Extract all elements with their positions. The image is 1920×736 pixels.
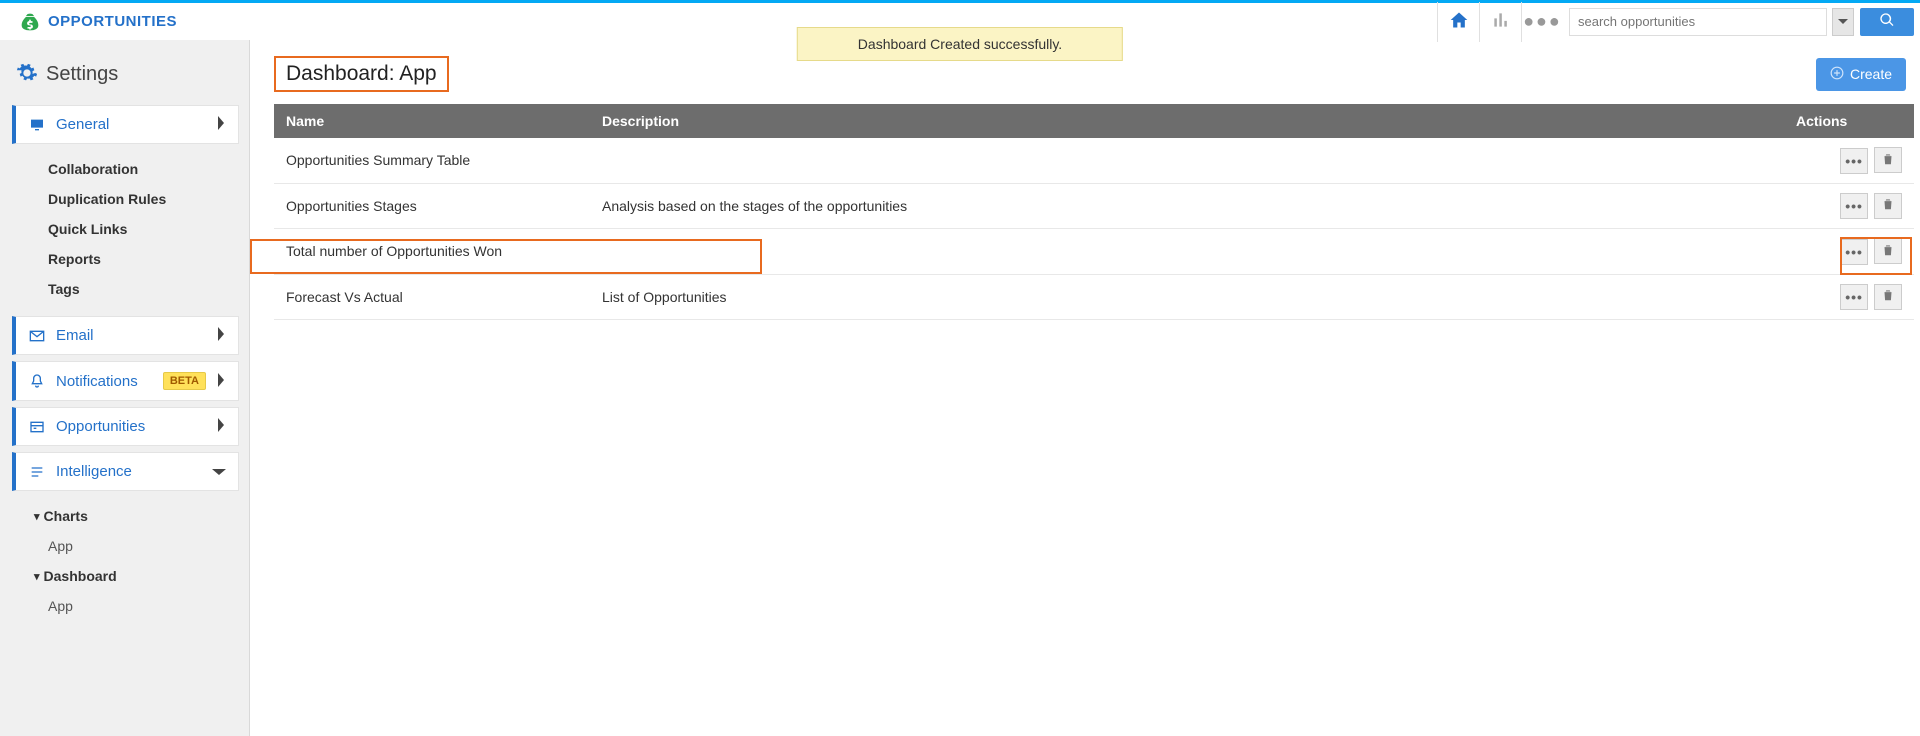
col-actions: Actions [1784, 104, 1914, 138]
chevron-right-icon [216, 116, 226, 133]
card-icon [28, 419, 46, 435]
home-button[interactable] [1437, 2, 1479, 42]
row-name: Total number of Opportunities Won [274, 229, 590, 275]
nav-email[interactable]: Email [12, 316, 239, 355]
nav-duplication-rules[interactable]: Duplication Rules [12, 184, 239, 214]
main-content: Dashboard: App Create Name Description A… [250, 40, 1920, 736]
trash-icon [1881, 197, 1895, 214]
home-icon [1449, 10, 1469, 33]
dots-icon: ●●● [1523, 11, 1562, 32]
dots-icon: ••• [1845, 153, 1863, 169]
table-row: Total number of Opportunities Won ••• [274, 229, 1914, 275]
dots-icon: ••• [1845, 244, 1863, 260]
page-header: Dashboard: App Create [274, 56, 1914, 92]
search-dropdown-toggle[interactable] [1832, 8, 1854, 36]
nav-opportunities[interactable]: Opportunities [12, 407, 239, 446]
settings-heading: Settings [12, 58, 239, 105]
row-delete-button[interactable] [1874, 238, 1902, 264]
dashboard-table: Name Description Actions Opportunities S… [274, 104, 1914, 320]
row-delete-button[interactable] [1874, 147, 1902, 173]
row-description [590, 138, 1784, 183]
chevron-down-icon [212, 464, 226, 480]
col-name: Name [274, 104, 590, 138]
nav-collaboration[interactable]: Collaboration [12, 154, 239, 184]
chevron-right-icon [216, 418, 226, 435]
create-button[interactable]: Create [1816, 58, 1906, 91]
col-description: Description [590, 104, 1784, 138]
table-row: Opportunities Summary Table ••• [274, 138, 1914, 183]
row-name: Forecast Vs Actual [274, 274, 590, 320]
topbar: OPPORTUNITIES ●●● [0, 0, 1920, 40]
row-name: Opportunities Stages [274, 183, 590, 229]
nav-general-children: Collaboration Duplication Rules Quick Li… [12, 150, 239, 316]
row-name: Opportunities Summary Table [274, 138, 590, 183]
brand: OPPORTUNITIES [20, 12, 177, 32]
beta-badge: BETA [163, 372, 206, 390]
nav-notifications[interactable]: Notifications BETA [12, 361, 239, 401]
money-bag-icon [20, 12, 40, 32]
nav-intelligence[interactable]: Intelligence [12, 452, 239, 491]
trash-icon [1881, 152, 1895, 169]
nav-intelligence-children: ▾ Charts App ▾ Dashboard App [12, 497, 239, 633]
nav-dashboard-app[interactable]: App [12, 591, 239, 621]
layout: Settings General Collaboration Duplicati… [0, 40, 1920, 736]
row-more-button[interactable]: ••• [1840, 284, 1868, 310]
charts-button[interactable] [1479, 2, 1521, 42]
monitor-icon [28, 117, 46, 133]
table-row: Opportunities Stages Analysis based on t… [274, 183, 1914, 229]
nav-quick-links[interactable]: Quick Links [12, 214, 239, 244]
row-description [590, 229, 1784, 275]
row-description: List of Opportunities [590, 274, 1784, 320]
plus-circle-icon [1830, 66, 1844, 83]
dots-icon: ••• [1845, 289, 1863, 305]
gear-icon [16, 62, 38, 87]
row-more-button[interactable]: ••• [1840, 239, 1868, 265]
dots-icon: ••• [1845, 198, 1863, 214]
chevron-down-icon [1838, 14, 1848, 30]
bar-chart-icon [1491, 10, 1511, 33]
nav-dashboard-group[interactable]: ▾ Dashboard [12, 561, 239, 591]
brand-text: OPPORTUNITIES [48, 13, 177, 30]
nav-tags[interactable]: Tags [12, 274, 239, 304]
row-description: Analysis based on the stages of the oppo… [590, 183, 1784, 229]
caret-down-icon: ▾ [34, 510, 40, 523]
search-input[interactable] [1569, 8, 1827, 36]
trash-icon [1881, 288, 1895, 305]
row-delete-button[interactable] [1874, 193, 1902, 219]
search-icon [1879, 12, 1895, 31]
caret-down-icon: ▾ [34, 570, 40, 583]
create-label: Create [1850, 66, 1892, 82]
bell-icon [28, 373, 46, 389]
nav-reports[interactable]: Reports [12, 244, 239, 274]
envelope-icon [28, 328, 46, 344]
row-more-button[interactable]: ••• [1840, 148, 1868, 174]
more-menu-button[interactable]: ●●● [1521, 2, 1563, 42]
search-button[interactable] [1860, 8, 1914, 36]
trash-icon [1881, 243, 1895, 260]
settings-title: Settings [46, 63, 118, 86]
chevron-right-icon [216, 327, 226, 344]
nav-general[interactable]: General [12, 105, 239, 144]
notification-banner: Dashboard Created successfully. [797, 27, 1123, 61]
chevron-right-icon [216, 373, 226, 390]
nav-charts-group[interactable]: ▾ Charts [12, 501, 239, 531]
row-delete-button[interactable] [1874, 284, 1902, 310]
sidebar: Settings General Collaboration Duplicati… [0, 40, 250, 736]
page-title: Dashboard: App [274, 56, 449, 92]
nav-charts-app[interactable]: App [12, 531, 239, 561]
table-row: Forecast Vs Actual List of Opportunities… [274, 274, 1914, 320]
notification-text: Dashboard Created successfully. [858, 36, 1062, 52]
search-container [1563, 2, 1920, 42]
row-more-button[interactable]: ••• [1840, 193, 1868, 219]
topbar-actions: ●●● [1437, 2, 1920, 42]
list-icon [28, 464, 46, 480]
